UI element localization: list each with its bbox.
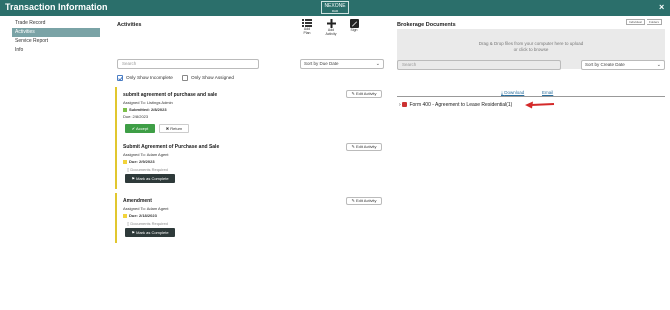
add-activity-button[interactable]: Add Activity [324, 19, 338, 37]
add-plan-button[interactable]: Add Plan [300, 19, 314, 36]
filter-incomplete-label: Only Show Incomplete [126, 75, 173, 80]
assigned-to: Assigned To: Adam Agent [123, 206, 169, 211]
pen-icon [349, 19, 359, 28]
assigned-to: Assigned To: Listings Admin [123, 100, 173, 105]
checkbox-unchecked-icon[interactable] [182, 74, 188, 81]
due-date-text: Due: 2/18/2023 [129, 213, 157, 218]
document-row[interactable]: › Form 400 - Agreement to Lease Resident… [399, 102, 512, 108]
edit-activity-label: Edit Activity [356, 91, 377, 96]
documents-sort-select[interactable]: Sort by Create Date ⌄ [581, 60, 665, 70]
plus-icon [326, 19, 336, 28]
toggle-individual[interactable]: Individual [626, 19, 645, 25]
sidebar-item-info[interactable]: Info [12, 46, 100, 55]
documents-search-input[interactable]: Search [397, 60, 561, 70]
email-link[interactable]: Email [542, 90, 553, 95]
window-title: Transaction Information [5, 2, 108, 12]
mark-complete-button[interactable]: ⚑ Mark as Complete [125, 174, 175, 183]
filter-assigned[interactable]: Only Show Assigned [182, 74, 234, 81]
documents-required-label: Documents Required [130, 221, 168, 226]
due-date: Due: 2/8/2023 [123, 114, 149, 119]
download-label: Download [504, 90, 525, 95]
divider [397, 96, 665, 97]
documents-required: ▯ Documents Required [127, 167, 168, 172]
edit-activity-label: Edit Activity [356, 144, 377, 149]
due-date: Due: 2/18/2023 [123, 213, 157, 218]
toggle-folders[interactable]: Folders [647, 19, 663, 25]
download-link[interactable]: ⤓ Download [501, 90, 524, 95]
activity-card: Submit Agreement of Purchase and Sale ✎ … [115, 139, 383, 189]
list-icon [302, 19, 312, 27]
return-button[interactable]: ✖ Return [159, 124, 189, 133]
due-date: Due: 2/9/2023 [123, 159, 155, 164]
due-status-icon [123, 159, 127, 164]
logo-subtext: RAR [331, 9, 339, 13]
due-status-icon [123, 213, 127, 218]
activities-heading: Activities [117, 22, 142, 28]
activity-title: Amendment [123, 198, 152, 204]
activity-title: submit agreement of purchase and sale [123, 92, 218, 98]
nexone-logo: NEXONE RAR [321, 1, 349, 14]
dropzone-line-2: or click to browse [513, 47, 549, 52]
chevron-down-icon: ⌄ [375, 61, 380, 67]
brokerage-heading: Brokerage Documents [397, 22, 456, 28]
sidebar-item-activities[interactable]: Activities [12, 28, 100, 37]
documents-sort-value: Sort by Create Date [585, 62, 625, 67]
add-plan-label-2: Plan [303, 30, 311, 35]
activities-search-input[interactable]: Search [117, 59, 259, 69]
sidebar: Trade Record Activities Service Report I… [12, 19, 100, 55]
mark-complete-label: Mark as Complete [136, 230, 169, 235]
sign-label: Sign [350, 28, 358, 32]
close-icon[interactable]: × [659, 2, 664, 12]
document-label: Form 400 - Agreement to Lease Residentia… [409, 102, 513, 108]
chevron-right-icon[interactable]: › [399, 102, 401, 108]
documents-required-label: Documents Required [130, 167, 168, 172]
document-checkbox[interactable] [402, 102, 408, 108]
filter-incomplete[interactable]: Only Show Incomplete [117, 74, 173, 81]
add-activity-label-2: Activity [325, 31, 337, 36]
edit-activity-button[interactable]: ✎ Edit Activity [346, 143, 382, 151]
red-arrow-icon [525, 101, 555, 109]
accept-button[interactable]: ✔ Accept [125, 124, 155, 133]
document-icon: ▯ [127, 221, 130, 226]
activities-sort-value: Sort by Due Date [304, 61, 339, 66]
due-date-text: Due: 2/9/2023 [129, 159, 155, 164]
download-icon: ⤓ [501, 90, 503, 95]
activities-sort-select[interactable]: Sort by Due Date ⌄ [300, 59, 384, 69]
mark-complete-button[interactable]: ⚑ Mark as Complete [125, 228, 175, 237]
return-label: Return [170, 126, 183, 131]
submitted-status: Submitted: 2/8/2023 [123, 107, 167, 112]
filter-assigned-label: Only Show Assigned [191, 75, 234, 80]
submitted-status-icon [123, 107, 127, 112]
document-icon: ▯ [127, 167, 130, 172]
mark-complete-label: Mark as Complete [136, 176, 169, 181]
checkbox-checked-icon[interactable] [117, 74, 123, 81]
assigned-to: Assigned To: Adam Agent [123, 152, 169, 157]
submitted-status-text: Submitted: 2/8/2023 [129, 107, 167, 112]
sidebar-item-trade-record[interactable]: Trade Record [12, 19, 100, 28]
documents-required: ▯ Documents Required [127, 221, 168, 226]
edit-activity-button[interactable]: ✎ Edit Activity [346, 197, 382, 205]
title-bar: Transaction Information NEXONE RAR × [0, 0, 670, 16]
accept-label: Accept [136, 126, 149, 131]
edit-activity-label: Edit Activity [356, 198, 377, 203]
chevron-down-icon: ⌄ [656, 62, 661, 68]
sidebar-item-service-report[interactable]: Service Report [12, 37, 100, 46]
activity-card: Amendment ✎ Edit Activity Assigned To: A… [115, 193, 383, 243]
edit-activity-button[interactable]: ✎ Edit Activity [346, 90, 382, 98]
sign-button[interactable]: Sign [347, 19, 361, 33]
activity-title: Submit Agreement of Purchase and Sale [123, 144, 220, 150]
